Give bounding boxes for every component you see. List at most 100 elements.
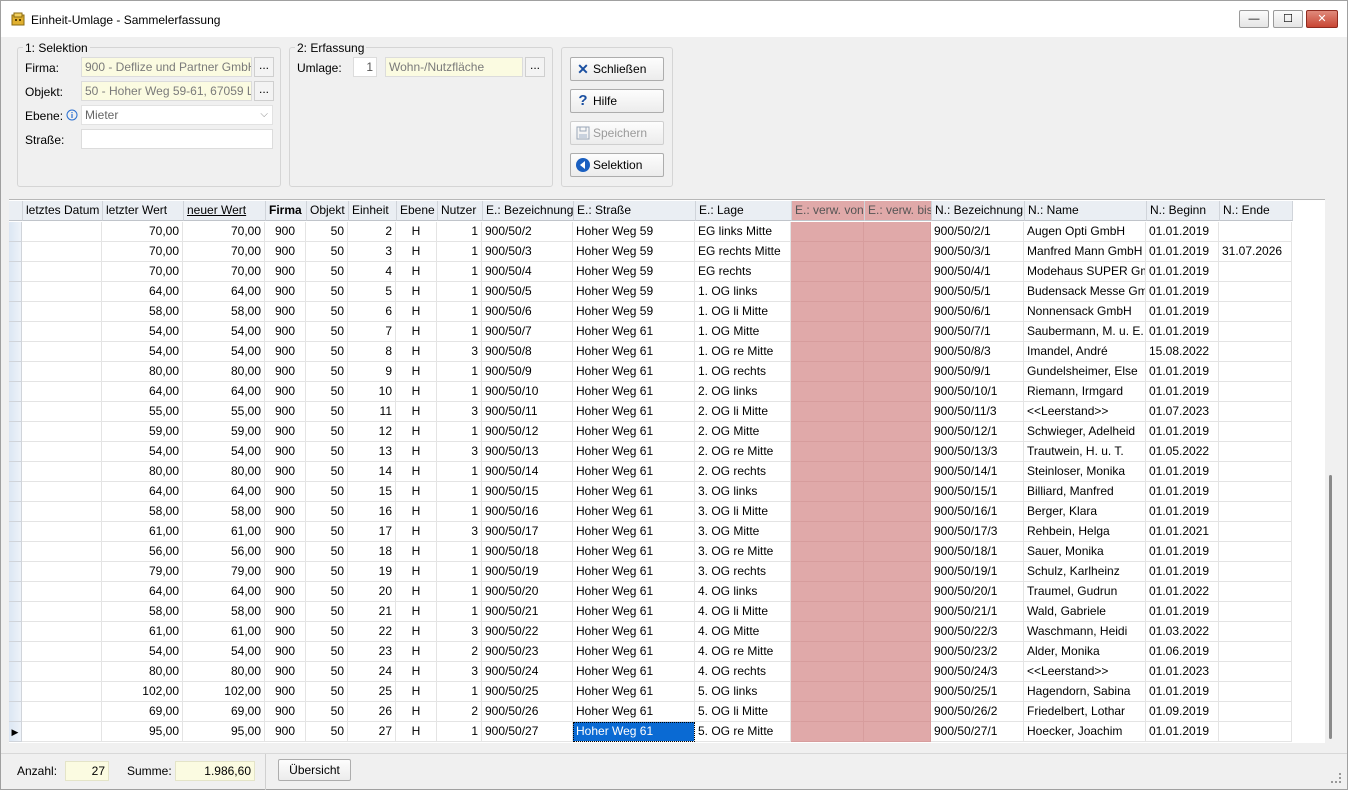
cell-neuer-wert[interactable]: 70,00 (183, 242, 265, 262)
cell-e-strasse[interactable]: Hoher Weg 61 (573, 682, 695, 702)
cell-n-bezeichnung[interactable]: 900/50/23/2 (931, 642, 1024, 662)
cell-n-name[interactable]: Budensack Messe Gmb (1024, 282, 1146, 302)
column-header-ebene[interactable]: Ebene (397, 201, 438, 221)
cell-nutzer[interactable]: 1 (437, 722, 482, 742)
cell-n-name[interactable]: Traumel, Gudrun (1024, 582, 1146, 602)
cell-letztes-datum[interactable] (22, 722, 102, 742)
cell-e-strasse[interactable]: Hoher Weg 61 (573, 342, 695, 362)
cell-e-strasse[interactable]: Hoher Weg 59 (573, 242, 695, 262)
cell-n-ende[interactable] (1219, 402, 1292, 422)
cell-letzter-wert[interactable]: 58,00 (102, 502, 183, 522)
row-indicator[interactable] (9, 562, 22, 582)
cell-n-beginn[interactable]: 01.01.2021 (1146, 522, 1219, 542)
cell-objekt[interactable]: 50 (306, 702, 348, 722)
cell-einheit[interactable]: 9 (348, 362, 396, 382)
cell-einheit[interactable]: 7 (348, 322, 396, 342)
cell-letztes-datum[interactable] (22, 302, 102, 322)
cell-e-verw-bis[interactable] (864, 242, 931, 262)
cell-n-beginn[interactable]: 01.01.2019 (1146, 302, 1219, 322)
cell-ebene[interactable]: H (396, 642, 437, 662)
cell-nutzer[interactable]: 1 (437, 302, 482, 322)
cell-nutzer[interactable]: 1 (437, 482, 482, 502)
cell-n-bezeichnung[interactable]: 900/50/25/1 (931, 682, 1024, 702)
cell-objekt[interactable]: 50 (306, 242, 348, 262)
table-row[interactable]: 79,00 79,00 900 50 19 H 1 900/50/19 Hoher Weg 61… (9, 562, 1292, 582)
row-indicator[interactable] (9, 682, 22, 702)
cell-neuer-wert[interactable]: 64,00 (183, 382, 265, 402)
cell-n-bezeichnung[interactable]: 900/50/21/1 (931, 602, 1024, 622)
cell-e-bezeichnung[interactable]: 900/50/18 (482, 542, 573, 562)
cell-e-verw-bis[interactable] (864, 602, 931, 622)
cell-neuer-wert[interactable]: 79,00 (183, 562, 265, 582)
table-row[interactable]: ▶ 95,00 95,00 900 50 27 H 1 900/50/27 Hoher Weg 6… (9, 722, 1292, 742)
cell-letzter-wert[interactable]: 95,00 (102, 722, 183, 742)
cell-n-beginn[interactable]: 01.01.2019 (1146, 482, 1219, 502)
cell-n-beginn[interactable]: 15.08.2022 (1146, 342, 1219, 362)
cell-firma[interactable]: 900 (265, 502, 306, 522)
cell-e-strasse[interactable]: Hoher Weg 61 (573, 542, 695, 562)
cell-n-name[interactable]: Billiard, Manfred (1024, 482, 1146, 502)
cell-e-bezeichnung[interactable]: 900/50/21 (482, 602, 573, 622)
cell-firma[interactable]: 900 (265, 262, 306, 282)
cell-e-verw-von[interactable] (791, 262, 864, 282)
cell-e-verw-bis[interactable] (864, 722, 931, 742)
cell-e-verw-bis[interactable] (864, 482, 931, 502)
cell-objekt[interactable]: 50 (306, 442, 348, 462)
table-row[interactable]: 80,00 80,00 900 50 24 H 3 900/50/24 Hoher Weg 61… (9, 662, 1292, 682)
cell-n-name[interactable]: Hoecker, Joachim (1024, 722, 1146, 742)
cell-einheit[interactable]: 14 (348, 462, 396, 482)
cell-e-verw-von[interactable] (791, 242, 864, 262)
row-indicator[interactable] (9, 702, 22, 722)
cell-ebene[interactable]: H (396, 382, 437, 402)
cell-letzter-wert[interactable]: 70,00 (102, 222, 183, 242)
cell-e-bezeichnung[interactable]: 900/50/2 (482, 222, 573, 242)
cell-letzter-wert[interactable]: 58,00 (102, 302, 183, 322)
cell-einheit[interactable]: 19 (348, 562, 396, 582)
cell-firma[interactable]: 900 (265, 362, 306, 382)
cell-e-verw-von[interactable] (791, 322, 864, 342)
cell-neuer-wert[interactable]: 59,00 (183, 422, 265, 442)
cell-n-bezeichnung[interactable]: 900/50/3/1 (931, 242, 1024, 262)
cell-e-bezeichnung[interactable]: 900/50/25 (482, 682, 573, 702)
cell-einheit[interactable]: 10 (348, 382, 396, 402)
cell-e-verw-von[interactable] (791, 422, 864, 442)
cell-n-beginn[interactable]: 01.01.2019 (1146, 542, 1219, 562)
cell-objekt[interactable]: 50 (306, 542, 348, 562)
cell-n-ende[interactable] (1219, 282, 1292, 302)
cell-n-name[interactable]: Berger, Klara (1024, 502, 1146, 522)
cell-n-ende[interactable] (1219, 502, 1292, 522)
cell-letzter-wert[interactable]: 61,00 (102, 522, 183, 542)
table-row[interactable]: 54,00 54,00 900 50 7 H 1 900/50/7 Hoher Weg 61 1.… (9, 322, 1292, 342)
column-header-einheit[interactable]: Einheit (349, 201, 397, 221)
cell-neuer-wert[interactable]: 54,00 (183, 322, 265, 342)
row-indicator[interactable] (9, 262, 22, 282)
table-row[interactable]: 69,00 69,00 900 50 26 H 2 900/50/26 Hoher Weg 61… (9, 702, 1292, 722)
cell-e-strasse[interactable]: Hoher Weg 61 (573, 462, 695, 482)
cell-e-strasse[interactable]: Hoher Weg 61 (573, 522, 695, 542)
cell-n-name[interactable]: Hagendorn, Sabina (1024, 682, 1146, 702)
cell-letzter-wert[interactable]: 80,00 (102, 662, 183, 682)
cell-n-name[interactable]: Alder, Monika (1024, 642, 1146, 662)
cell-neuer-wert[interactable]: 58,00 (183, 602, 265, 622)
cell-objekt[interactable]: 50 (306, 602, 348, 622)
cell-letztes-datum[interactable] (22, 402, 102, 422)
row-indicator[interactable] (9, 222, 22, 242)
firma-lookup-button[interactable]: ... (254, 57, 274, 77)
cell-e-strasse[interactable]: Hoher Weg 61 (573, 622, 695, 642)
cell-firma[interactable]: 900 (265, 242, 306, 262)
cell-e-lage[interactable]: 3. OG Mitte (695, 522, 791, 542)
cell-e-verw-bis[interactable] (864, 702, 931, 722)
cell-ebene[interactable]: H (396, 502, 437, 522)
cell-n-ende[interactable] (1219, 522, 1292, 542)
cell-letzter-wert[interactable]: 70,00 (102, 242, 183, 262)
cell-nutzer[interactable]: 3 (437, 522, 482, 542)
cell-n-name[interactable]: Gundelsheimer, Else (1024, 362, 1146, 382)
cell-e-verw-von[interactable] (791, 282, 864, 302)
table-row[interactable]: 54,00 54,00 900 50 23 H 2 900/50/23 Hoher Weg 61… (9, 642, 1292, 662)
cell-e-strasse[interactable]: Hoher Weg 59 (573, 262, 695, 282)
table-row[interactable]: 56,00 56,00 900 50 18 H 1 900/50/18 Hoher Weg 61… (9, 542, 1292, 562)
cell-e-bezeichnung[interactable]: 900/50/26 (482, 702, 573, 722)
cell-e-bezeichnung[interactable]: 900/50/4 (482, 262, 573, 282)
cell-letzter-wert[interactable]: 102,00 (102, 682, 183, 702)
cell-n-beginn[interactable]: 01.09.2019 (1146, 702, 1219, 722)
